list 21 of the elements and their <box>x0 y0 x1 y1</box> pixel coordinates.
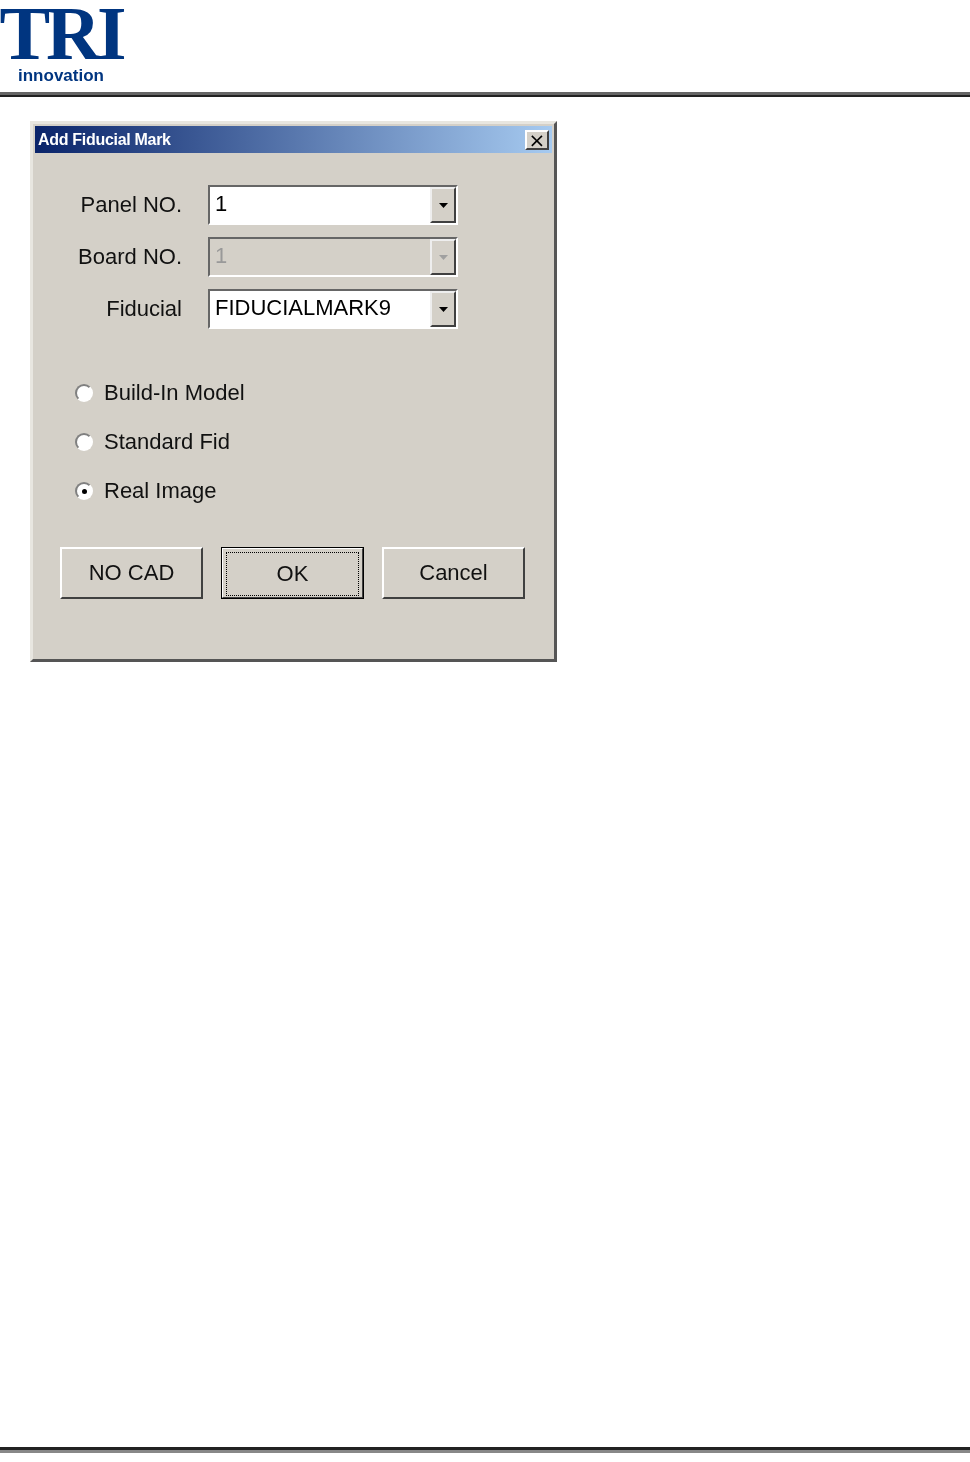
option-label[interactable]: Real Image <box>104 478 217 504</box>
option-label[interactable]: Build-In Model <box>104 380 245 406</box>
logo-mark: TRI <box>0 0 123 66</box>
field-label: Board NO. <box>78 244 182 270</box>
caret-icon <box>438 306 448 312</box>
dialog-button[interactable]: NO CAD <box>60 547 203 599</box>
logo-tagline: innovation <box>18 66 104 86</box>
caret-icon <box>438 202 448 208</box>
option-label[interactable]: Standard Fid <box>104 429 230 455</box>
dialog-button[interactable]: Cancel <box>382 547 525 599</box>
radio-button[interactable] <box>75 384 93 402</box>
window-title: Add Fiducial Mark <box>38 130 171 149</box>
radio-button[interactable] <box>75 433 93 451</box>
dropdown-field[interactable]: FIDUCIALMARK9 <box>208 289 458 329</box>
caret-icon <box>438 254 448 260</box>
radio-button[interactable] <box>75 482 93 500</box>
field-label: Panel NO. <box>80 192 182 218</box>
dropdown-field[interactable]: 1 <box>208 185 458 225</box>
field-label: Fiducial <box>106 296 182 322</box>
close-button[interactable]: × <box>525 129 549 150</box>
dialog-button[interactable]: OK <box>221 547 364 599</box>
